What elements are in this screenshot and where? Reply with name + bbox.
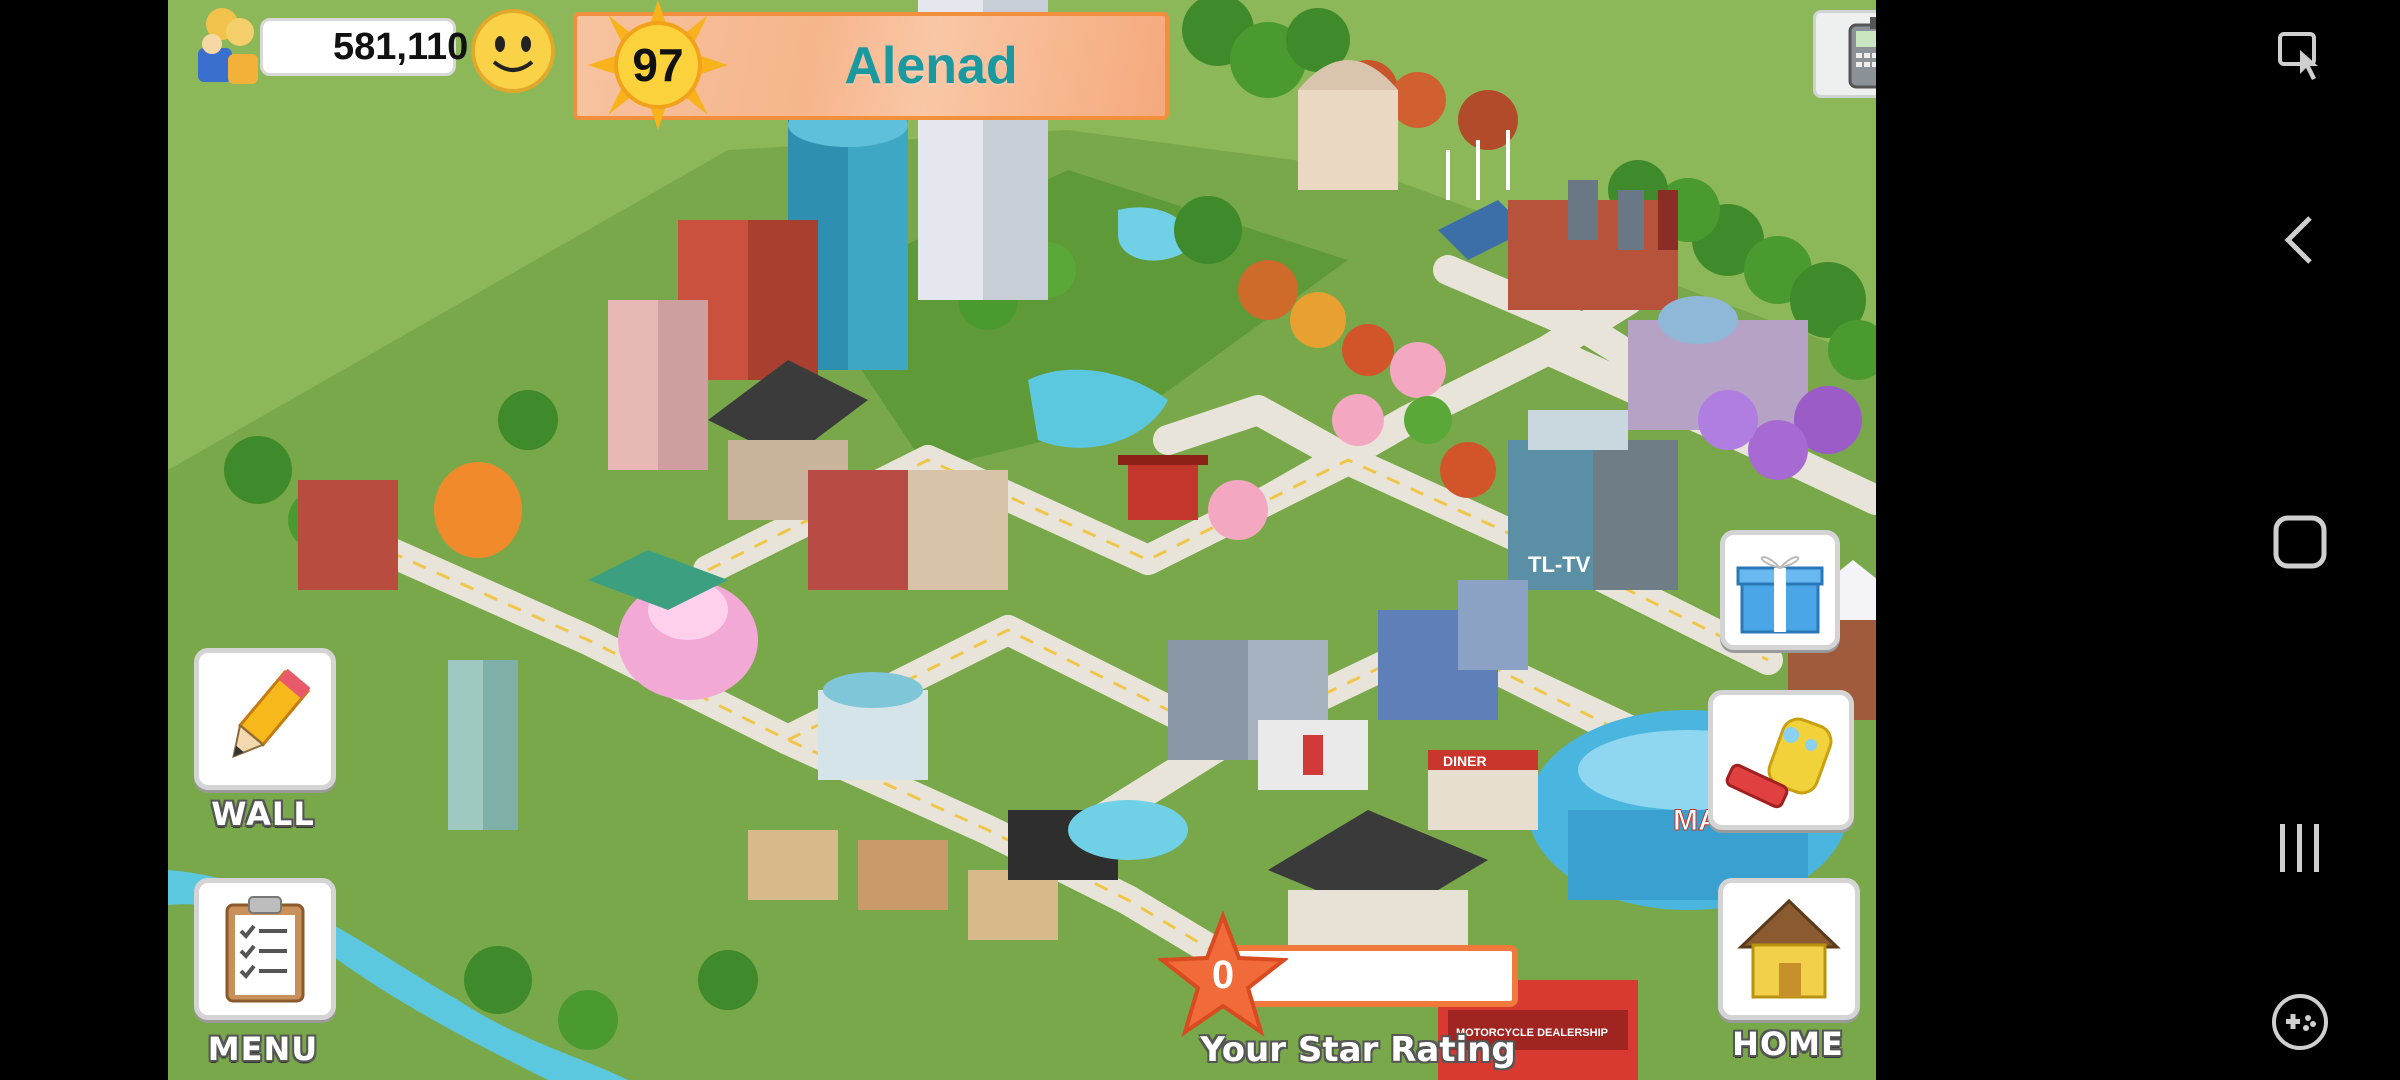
wedding-chapel — [1298, 60, 1398, 190]
clipboard-icon — [225, 896, 305, 1003]
diner-sign: DINER — [1443, 753, 1487, 769]
pencil-icon — [232, 668, 311, 759]
cleaner-button[interactable] — [1708, 690, 1854, 830]
house-icon — [1737, 898, 1841, 999]
wall-label: WALL — [211, 795, 315, 833]
gift-button[interactable] — [1720, 530, 1840, 650]
japanese-gate — [1118, 455, 1208, 520]
wall-button[interactable] — [194, 648, 336, 790]
gift-icon — [1736, 556, 1824, 634]
coins-people-icon — [198, 8, 258, 84]
menu-label: MENU — [207, 1030, 319, 1068]
game-tools-button[interactable] — [2200, 992, 2400, 1052]
tv-station-sign: TL-TV — [1528, 552, 1591, 577]
smiley-icon[interactable] — [468, 6, 558, 96]
screenshot-edit-button[interactable] — [2200, 28, 2400, 84]
star-rating-label: Your Star Rating — [1200, 1030, 1516, 1070]
phone-icon — [1848, 17, 1876, 89]
coins-value: 581,110 — [333, 25, 469, 68]
townhouses — [808, 470, 1008, 590]
game-viewport[interactable]: TL-TV MALL DINER MOTORCYCLE DEALERSHIP 5… — [168, 0, 1876, 1080]
coins-counter[interactable]: 581,110 — [260, 18, 468, 76]
back-icon — [2284, 216, 2312, 264]
back-button[interactable] — [2200, 212, 2400, 268]
screenshot-icon — [2278, 32, 2318, 80]
recents-button[interactable] — [2200, 820, 2400, 876]
system-nav-bar — [2200, 0, 2400, 1080]
pumpkin-house — [434, 462, 522, 558]
glass-house — [818, 672, 928, 780]
home-label: HOME — [1732, 1025, 1844, 1063]
level-number: 97 — [632, 39, 684, 91]
gamepad-icon — [2272, 994, 2328, 1050]
fountain-plaza — [1068, 800, 1188, 860]
clinic — [1258, 720, 1368, 790]
home-button[interactable] — [1718, 878, 1860, 1020]
brick-house-left — [298, 480, 398, 590]
star-rating-value: 0 — [1211, 952, 1235, 997]
city-map[interactable]: TL-TV MALL DINER MOTORCYCLE DEALERSHIP — [168, 0, 1876, 1080]
home-square-icon — [2273, 515, 2327, 569]
home-nav-button[interactable] — [2200, 514, 2400, 570]
menu-button[interactable] — [194, 878, 336, 1020]
cleaner-icon — [1725, 717, 1833, 809]
phone-button[interactable] — [1813, 10, 1876, 98]
pink-tower — [608, 300, 708, 470]
player-name: Alenad — [844, 37, 1018, 95]
tall-tower-left — [448, 660, 518, 830]
recents-icon — [2280, 824, 2319, 872]
